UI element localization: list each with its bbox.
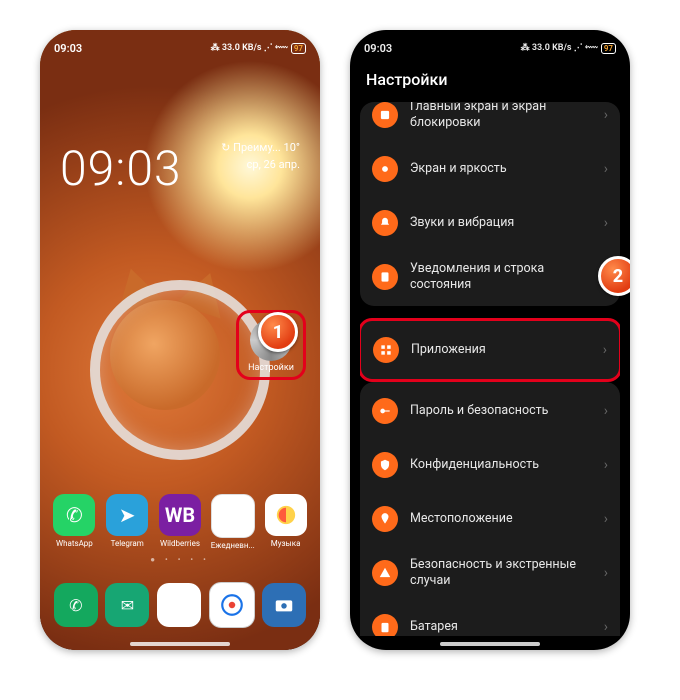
step-badge-1: 1 [258,312,298,352]
page-indicator[interactable]: ● • • • • [40,555,320,564]
chevron-right-icon: › [603,342,607,358]
row-sound[interactable]: Звуки и вибрация› [360,196,620,250]
row-battery[interactable]: Батарея› [360,600,620,636]
bell-icon [372,210,398,236]
row-home-lock-screen[interactable]: Главный экран и экран блокировки› [360,102,620,142]
phone-home-screen: 09:03 ⁂ 33.0 KB/s ⋰ ⬳ 97 09:03 Преиму...… [40,30,320,650]
phone-settings-screen: 09:03 ⁂ 33.0 KB/s ⋰ ⬳ 97 Настройки Главн… [350,30,630,650]
status-time: 09:03 [54,42,82,55]
status-icons: ⁂ 33.0 KB/s ⋰ ⬳ 97 [211,43,306,54]
shield-icon [372,452,398,478]
app-whatsapp[interactable]: ✆WhatsApp [51,494,97,550]
chevron-right-icon: › [604,565,608,581]
app-telegram[interactable]: ➤Telegram [104,494,150,550]
app-wildberries[interactable]: WBWildberries [157,494,203,550]
chevron-right-icon: › [604,161,608,177]
location-icon [372,506,398,532]
battery-icon: 97 [601,43,616,54]
weather-summary: Преиму... 10° [221,140,300,157]
notification-icon [372,264,398,290]
checkmark-icon: ✔ [211,494,255,538]
camera-icon[interactable] [262,583,306,627]
status-icons: ⁂ 33.0 KB/s ⋰ ⬳ 97 [521,43,616,54]
sun-icon [372,156,398,182]
battery-icon [372,614,398,636]
chevron-right-icon: › [604,403,608,419]
key-icon [372,398,398,424]
row-privacy[interactable]: Конфиденциальность› [360,438,620,492]
phone-icon[interactable]: ✆ [54,583,98,627]
status-bar: 09:03 ⁂ 33.0 KB/s ⋰ ⬳ 97 [40,30,320,62]
dock: ✆ ✉ Я [50,576,310,634]
clock-widget[interactable]: 09:03 Преиму... 10° ср, 26 апр. [60,140,300,197]
wildberries-icon: WB [159,494,201,536]
telegram-icon: ➤ [106,494,148,536]
home-icon [372,102,398,128]
weather-date: ср, 26 апр. [221,157,300,174]
app-music[interactable]: Музыка [263,494,309,550]
step-badge-2: 2 [598,256,630,296]
chevron-right-icon: › [604,215,608,231]
settings-app-label: Настройки [241,363,301,373]
weather-widget[interactable]: Преиму... 10° ср, 26 апр. [221,140,300,197]
status-time: 09:03 [364,42,392,55]
music-icon [265,494,307,536]
big-time: 09:03 [60,140,182,197]
browser-icon[interactable] [209,582,255,628]
settings-group: Пароль и безопасность› Конфиденциальност… [360,382,620,636]
chevron-right-icon: › [604,457,608,473]
nav-bar[interactable] [130,642,230,646]
row-notifications[interactable]: Уведомления и строка состояния› [360,250,620,304]
yandex-icon[interactable]: Я [157,583,201,627]
row-location[interactable]: Местоположение› [360,492,620,546]
app-row: ✆WhatsApp ➤Telegram WBWildberries ✔Ежедн… [40,494,320,550]
chevron-right-icon: › [604,107,608,123]
settings-list[interactable]: Главный экран и экран блокировки› Экран … [360,102,620,636]
row-apps[interactable]: Приложения› [361,323,619,377]
messages-icon[interactable]: ✉ [105,583,149,627]
status-bar: 09:03 ⁂ 33.0 KB/s ⋰ ⬳ 97 [350,30,630,62]
row-display[interactable]: Экран и яркость› [360,142,620,196]
row-emergency[interactable]: Безопасность и экстренные случаи› [360,546,620,600]
whatsapp-icon: ✆ [53,494,95,536]
page-title: Настройки [366,70,447,89]
chevron-right-icon: › [604,619,608,635]
emergency-icon [372,560,398,586]
apps-icon [373,337,399,363]
row-apps-highlight[interactable]: Приложения› [360,318,620,382]
row-password[interactable]: Пароль и безопасность› [360,384,620,438]
battery-icon: 97 [291,43,306,54]
chevron-right-icon: › [604,511,608,527]
nav-bar[interactable] [440,642,540,646]
app-calendar[interactable]: ✔Ежедневн... [210,494,256,550]
settings-group: Главный экран и экран блокировки› Экран … [360,102,620,306]
